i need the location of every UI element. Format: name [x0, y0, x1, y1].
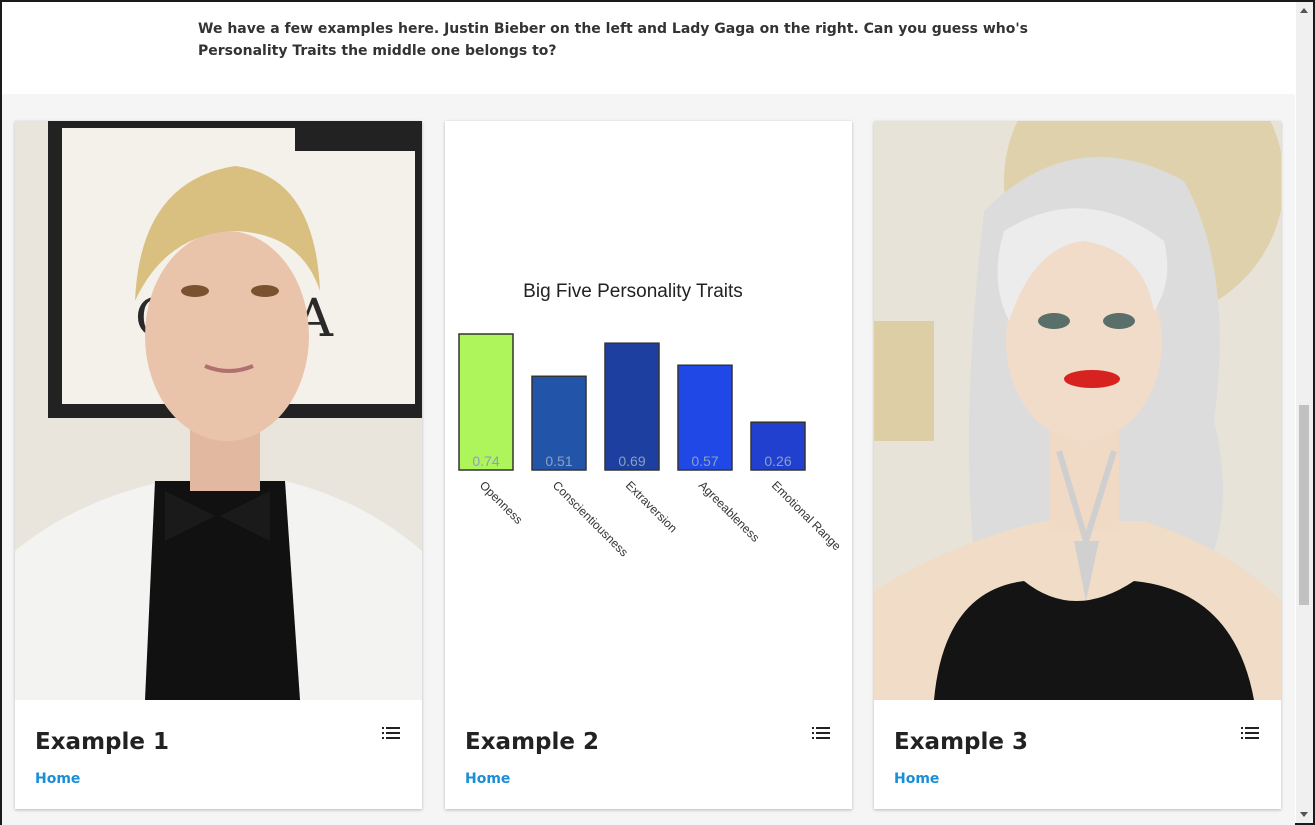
list-icon[interactable] — [812, 725, 830, 739]
chart-category-label: Conscientiousness — [550, 478, 631, 559]
card-example-3: Example 3 Home — [874, 121, 1281, 809]
list-icon[interactable] — [1241, 725, 1259, 739]
card-example-1: C MY A Example 1 Home — [15, 121, 422, 809]
chart-category-label: Emotional Range — [769, 478, 844, 553]
chart-value-label: 0.57 — [691, 453, 718, 469]
home-link[interactable]: Home — [35, 771, 80, 787]
big-five-chart: Big Five Personality Traits 0.74 Openness… — [445, 121, 852, 700]
chart-category-label: Openness — [477, 478, 526, 527]
card-title: Example 2 — [465, 729, 599, 755]
chart-value-label: 0.69 — [618, 453, 645, 469]
photo-lady-gaga — [874, 121, 1281, 700]
chart-value-label: 0.26 — [764, 453, 791, 469]
chart-title: Big Five Personality Traits — [523, 281, 743, 302]
chart-category-label: Extraversion — [623, 478, 680, 535]
scroll-down-arrow-icon[interactable] — [1300, 812, 1308, 817]
card-title: Example 3 — [894, 729, 1028, 755]
chart-category-label: Agreeableness — [696, 478, 763, 545]
card-example-2: Big Five Personality Traits 0.74 Openness… — [445, 121, 852, 809]
photo-justin-bieber: C MY A — [15, 121, 422, 700]
chart-bar — [604, 342, 660, 471]
card-title: Example 1 — [35, 729, 169, 755]
home-link[interactable]: Home — [894, 771, 939, 787]
scrollbar-thumb[interactable] — [1299, 405, 1309, 605]
intro-text: We have a few examples here. Justin Bieb… — [198, 21, 1028, 59]
vertical-scrollbar[interactable] — [1296, 2, 1313, 823]
list-icon[interactable] — [382, 725, 400, 739]
chart-value-label: 0.51 — [545, 453, 572, 469]
chart-bar — [458, 333, 514, 471]
home-link[interactable]: Home — [465, 771, 510, 787]
chart-value-label: 0.74 — [472, 453, 499, 469]
scroll-up-arrow-icon[interactable] — [1300, 8, 1308, 13]
